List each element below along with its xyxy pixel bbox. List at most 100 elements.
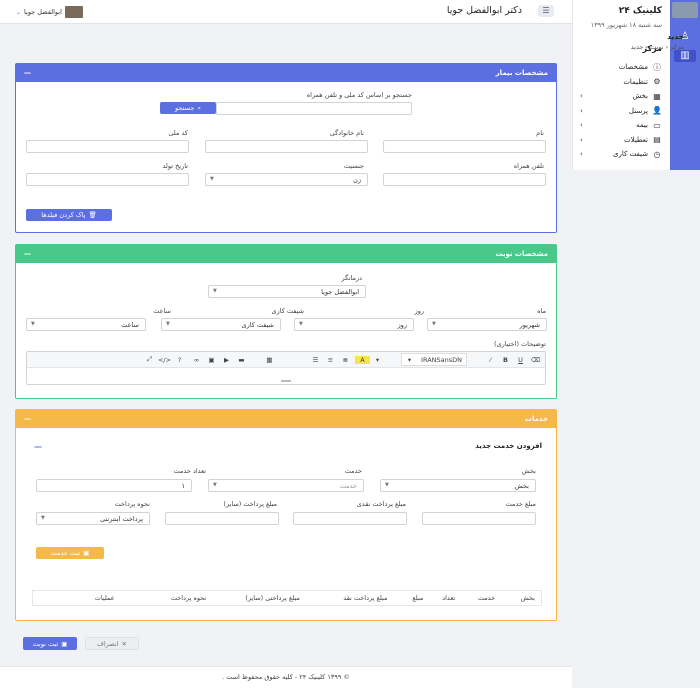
appointment-card-header: — مشخصات نوبت [16,245,556,263]
clear-fields-button[interactable]: پاک کردن فیلدها 🗑 [26,209,112,221]
services-card-title: خدمات [524,415,548,423]
payment-method-select[interactable]: ▼ پرداخت اینترنتی [36,512,150,525]
magic-format-icon[interactable]: ⁄ [483,356,498,364]
user-icon: 👤 [652,106,662,116]
calendar-icon: ▤ [653,135,661,145]
sidebar-item-label: پرسنل [628,106,648,115]
breadcrumb-item[interactable]: نوبت [650,43,663,51]
font-select[interactable]: ▾ IRANSansDN [401,353,467,366]
image-icon[interactable]: ▣ [204,356,219,364]
table-icon[interactable]: ▦ [262,356,277,364]
other-payment-label: مبلغ پرداخت (سایر) [223,500,277,508]
search-label: جستجو بر اساس کد ملی و تلفن همراه [306,91,412,99]
help-icon[interactable]: ? [172,356,187,364]
service-count-input[interactable]: ۱ [36,479,192,492]
link-icon[interactable]: ∞ [189,356,204,364]
search-input[interactable] [216,102,412,115]
chevron-down-icon: ▼ [432,321,436,327]
collapse-icon[interactable]: — [24,250,31,258]
description-editor[interactable]: ⁄ B U ⌫ ▾ IRANSansDN A ▾ ☰ ≡ ≣ ▦ ∞ ▣ ▶ ▬… [26,351,546,385]
hr-icon[interactable]: ▬ [234,356,249,364]
page-heading: جدید مرکز ‹ نوبت ‹ جدید [631,32,684,51]
chevron-down-icon[interactable]: ▾ [370,356,385,364]
service-select[interactable]: ▼ خدمت [208,479,364,492]
last-name-input[interactable] [205,140,368,153]
ordered-list-icon[interactable]: ≡ [323,356,338,364]
doctor-label: درمانگر [341,274,362,282]
sidebar-item-label: تعطیلات [624,135,648,144]
video-icon[interactable]: ▶ [219,356,234,364]
text-color-icon[interactable]: A [355,355,370,364]
sidebar-menu: مشخصات ⓘ تنظیمات ⚙ ‹ بخش ▦ ‹ پرسنل 👤 ‹ بیمه ▭ ‹ تعطیلا… [578,60,662,162]
paragraph-icon[interactable]: ≣ [338,356,353,364]
search-button[interactable]: جستجو ⌕ [160,102,216,114]
menu-toggle-icon[interactable]: ☰ [538,5,554,17]
building-icon[interactable]: ▥ [674,50,696,62]
fullscreen-icon[interactable]: ⤢ [142,355,157,364]
collapse-icon[interactable]: — [34,442,42,451]
save-icon: ▣ [61,639,68,648]
chevron-left-icon: ‹ [580,106,583,115]
collapse-icon[interactable]: — [24,69,31,77]
page-header-title: دکتر ابوالفضل جویا [446,5,522,16]
doctor-select[interactable]: ▼ ابوالفضل جویا [208,285,366,298]
other-payment-input[interactable] [165,512,279,525]
breadcrumb-item[interactable]: مرکز [670,43,684,51]
chevron-down-icon: ⌄ [16,8,22,16]
clinic-name: کلینیک ۲۴ [618,6,662,16]
briefcase-icon: ▭ [653,120,661,130]
sidebar-background [572,170,700,688]
user-menu[interactable]: ⌄ ابوالفضل جویا [16,6,83,18]
sidebar-item-4[interactable]: ‹ بیمه ▭ [578,118,662,133]
sidebar-item-6[interactable]: ‹ شیفت کاری ◷ [578,147,662,162]
month-select[interactable]: ▼ شهریور [427,318,547,331]
service-count-label: تعداد خدمت [173,467,206,475]
service-label: خدمت [344,467,362,475]
department-select[interactable]: ▼ بخش [380,479,536,492]
search-button-label: جستجو [175,104,195,112]
sidebar-item-3[interactable]: ‹ پرسنل 👤 [578,104,662,119]
doctor-value: ابوالفضل جویا [321,288,359,296]
month-label: ماه [537,307,546,315]
sidebar-item-2[interactable]: ‹ بخش ▦ [578,89,662,104]
eraser-icon[interactable]: ⌫ [528,356,543,364]
birth-date-input[interactable] [26,173,189,186]
cancel-label: انصراف [97,639,119,648]
close-icon: ✕ [121,639,127,648]
chevron-left-icon: ‹ [580,92,583,101]
national-code-input[interactable] [26,140,189,153]
mobile-input[interactable] [383,173,546,186]
cancel-button[interactable]: انصراف ✕ [85,637,139,650]
national-code-label: کد ملی [168,129,188,137]
submit-service-button[interactable]: ثبت خدمت ▣ [36,547,104,559]
table-header-cell: تعداد [442,594,456,602]
sidebar-item-5[interactable]: ‹ تعطیلات ▤ [578,133,662,148]
cash-payment-input[interactable] [293,512,407,525]
collapse-icon[interactable]: — [24,415,31,423]
bold-icon[interactable]: B [498,356,513,364]
current-date: سه شنبه ۱۸ شهریور ۱۳۹۹ [590,21,662,29]
service-value: خدمت [339,482,357,490]
chevron-down-icon: ▼ [299,321,303,327]
patient-card: — مشخصات بیمار جستجو بر اساس کد ملی و تل… [15,63,557,233]
underline-icon[interactable]: U [513,356,528,364]
first-name-input[interactable] [383,140,546,153]
info-icon: ⓘ [653,62,661,72]
sidebar-item-1[interactable]: تنظیمات ⚙ [578,75,662,90]
sidebar-item-0[interactable]: مشخصات ⓘ [578,60,662,75]
submit-appointment-button[interactable]: ثبت نوبت ▣ [23,637,77,650]
unordered-list-icon[interactable]: ☰ [308,356,323,364]
chevron-down-icon: ▼ [385,482,389,488]
department-label: بخش [521,467,536,475]
payment-method-label: نحوه پرداخت [114,500,150,508]
code-view-icon[interactable]: </> [157,356,172,364]
day-select[interactable]: ▼ روز [294,318,414,331]
table-header-cell: مبلغ پرداختی (سایر) [245,594,300,602]
resize-handle[interactable] [281,380,291,382]
search-icon: ⌕ [197,103,201,112]
hour-select[interactable]: ▼ ساعت [26,318,146,331]
gender-select[interactable]: ▼ زن [205,173,368,186]
service-amount-input[interactable] [422,512,536,525]
sidebar-item-label: بیمه [636,121,648,130]
shift-select[interactable]: ▼ شیفت کاری [161,318,281,331]
